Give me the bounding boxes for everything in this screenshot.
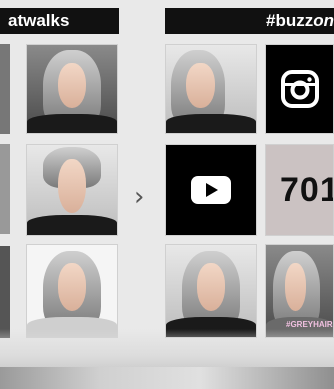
instagram-tile[interactable]	[265, 44, 334, 134]
left-edge-photo-1[interactable]	[0, 44, 10, 134]
youtube-tile[interactable]	[165, 144, 257, 236]
counter-tile: 701	[265, 144, 334, 236]
greyhair-tag: #GREYHAIR	[286, 320, 333, 329]
left-edge-photo-3[interactable]	[0, 246, 10, 338]
chevron-right-icon[interactable]: ›	[134, 182, 144, 212]
buzz-header-suffix: on	[313, 11, 334, 30]
buzz-header-prefix: #buzz	[265, 11, 314, 30]
catwalk-photo-1[interactable]	[26, 44, 118, 134]
instagram-icon	[280, 70, 319, 108]
left-edge-photo-2[interactable]	[0, 144, 10, 234]
buzz-counter: 701	[280, 170, 334, 209]
youtube-icon	[191, 176, 231, 204]
buzz-header: #buzzon	[165, 8, 334, 34]
bottom-edge	[0, 367, 334, 389]
buzz-photo-1[interactable]	[165, 44, 257, 134]
catwalk-photo-3[interactable]	[26, 244, 118, 338]
catwalks-header-text: atwalks	[8, 11, 70, 30]
catwalks-header: atwalks	[0, 8, 119, 34]
catwalk-photo-2[interactable]	[26, 144, 118, 236]
buzz-photo-3[interactable]: #GREYHAIR	[265, 244, 334, 338]
buzz-photo-2[interactable]	[165, 244, 257, 338]
